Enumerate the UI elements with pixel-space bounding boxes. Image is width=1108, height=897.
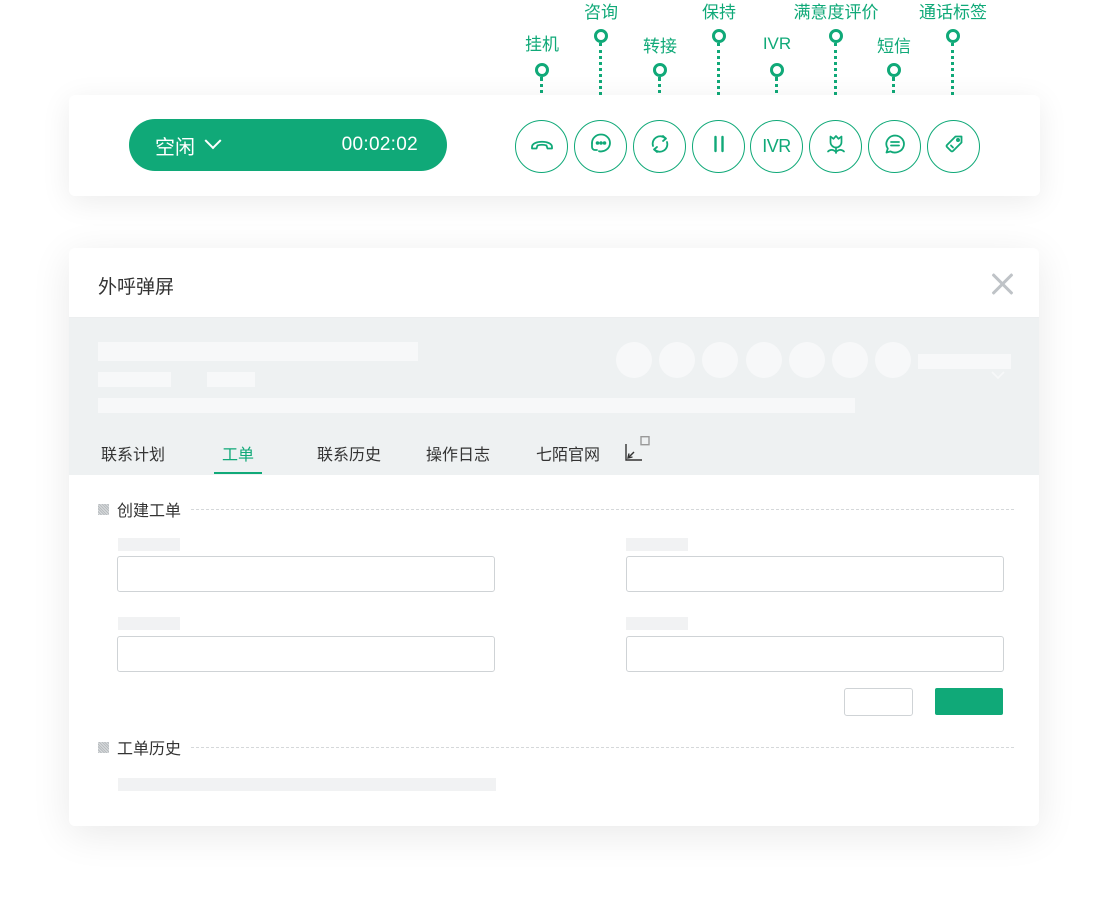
placeholder-line (98, 372, 171, 387)
ivr-button[interactable]: IVR (750, 120, 803, 173)
tab-contact-history[interactable]: 联系历史 (317, 441, 381, 465)
callout-stem (599, 43, 603, 101)
tab-ticket[interactable]: 工单 (222, 441, 254, 465)
hold-button[interactable] (692, 120, 745, 173)
close-icon[interactable] (991, 273, 1013, 295)
callout-label: 通话标签 (919, 3, 987, 22)
field-label-placeholder (626, 617, 688, 630)
chat-bubble-icon (881, 130, 909, 163)
avatar-placeholder (702, 342, 738, 378)
agent-status-dropdown[interactable]: 空闲 00:02:02 (129, 119, 447, 171)
placeholder-line (207, 372, 255, 387)
chevron-down-icon (204, 132, 222, 150)
callout-label: 咨询 (584, 3, 618, 22)
transfer-button[interactable] (633, 120, 686, 173)
section-ticket-history: 工单历史 (98, 735, 1014, 759)
ticket-field-3[interactable] (117, 636, 495, 672)
ticket-field-2[interactable] (626, 556, 1004, 592)
panel-header: 外呼弹屏 (69, 248, 1039, 318)
tab-operation-log[interactable]: 操作日志 (426, 441, 490, 465)
history-row-placeholder (118, 778, 496, 791)
satisfaction-button[interactable] (809, 120, 862, 173)
callout-pin (770, 63, 784, 77)
section-marker-icon (98, 503, 109, 515)
avatar-placeholder (789, 342, 825, 378)
field-label-placeholder (626, 538, 688, 551)
hangup-button[interactable] (515, 120, 568, 173)
field-label-placeholder (118, 538, 180, 551)
tag-icon (940, 130, 968, 163)
callout-pin (829, 29, 843, 43)
avatar-placeholder (746, 342, 782, 378)
consult-icon (587, 130, 615, 163)
panel-title: 外呼弹屏 (98, 277, 175, 298)
submit-button[interactable] (935, 688, 1003, 715)
callout-pin (535, 63, 549, 77)
active-tab-indicator (214, 472, 262, 474)
ticket-field-4[interactable] (626, 636, 1004, 672)
field-label-placeholder (118, 617, 180, 630)
call-toolbar: 空闲 00:02:02 IVR (69, 95, 1040, 196)
consult-button[interactable] (574, 120, 627, 173)
callout-label: 转接 (643, 37, 677, 56)
sms-button[interactable] (868, 120, 921, 173)
callout-label: IVR (762, 34, 792, 53)
callout-stem (717, 43, 721, 101)
callout-stem (951, 43, 955, 101)
placeholder-line (98, 398, 855, 413)
avatar-placeholder (659, 342, 695, 378)
ivr-icon: IVR (762, 136, 791, 156)
outbound-popup-panel: 外呼弹屏 联系计划 工单 联系历史 操作日志 七陌官网 创建工单 工单历史 (69, 248, 1039, 826)
avatar-placeholder (832, 342, 868, 378)
tab-official-site[interactable]: 七陌官网 (536, 441, 600, 465)
section-marker-icon (98, 741, 109, 753)
chevron-down-icon[interactable] (991, 371, 1005, 379)
ticket-field-1[interactable] (117, 556, 495, 592)
flower-icon (822, 130, 850, 163)
section-title: 工单历史 (117, 741, 182, 758)
status-label: 空闲 (155, 136, 195, 159)
callout-pin (712, 29, 726, 43)
cancel-button[interactable] (844, 688, 913, 716)
transfer-icon (646, 130, 674, 163)
callout-label: 挂机 (525, 35, 559, 54)
callout-pin (594, 29, 608, 43)
tab-contact-plan[interactable]: 联系计划 (101, 441, 165, 465)
divider (191, 508, 1014, 510)
callout-stem (834, 43, 838, 101)
callout-pin (653, 63, 667, 77)
divider (191, 746, 1014, 748)
tab-bar: 联系计划 工单 联系历史 操作日志 七陌官网 (69, 436, 1039, 475)
customer-info-area: 联系计划 工单 联系历史 操作日志 七陌官网 (69, 318, 1039, 475)
expand-icon[interactable] (624, 436, 652, 464)
callout-label: 满意度评价 (793, 3, 879, 22)
placeholder-line (918, 354, 1011, 369)
section-title: 创建工单 (117, 503, 182, 520)
callout-label: 保持 (702, 3, 736, 22)
hangup-icon (528, 130, 556, 163)
avatar-placeholder (616, 342, 652, 378)
call-timer: 00:02:02 (341, 134, 418, 155)
section-create-ticket: 创建工单 (98, 497, 1014, 521)
pause-icon (705, 130, 733, 163)
placeholder-line (98, 342, 418, 361)
callout-pin (946, 29, 960, 43)
avatar-placeholder (875, 342, 911, 378)
callout-label: 短信 (877, 37, 911, 56)
callout-pin (887, 63, 901, 77)
call-tag-button[interactable] (927, 120, 980, 173)
